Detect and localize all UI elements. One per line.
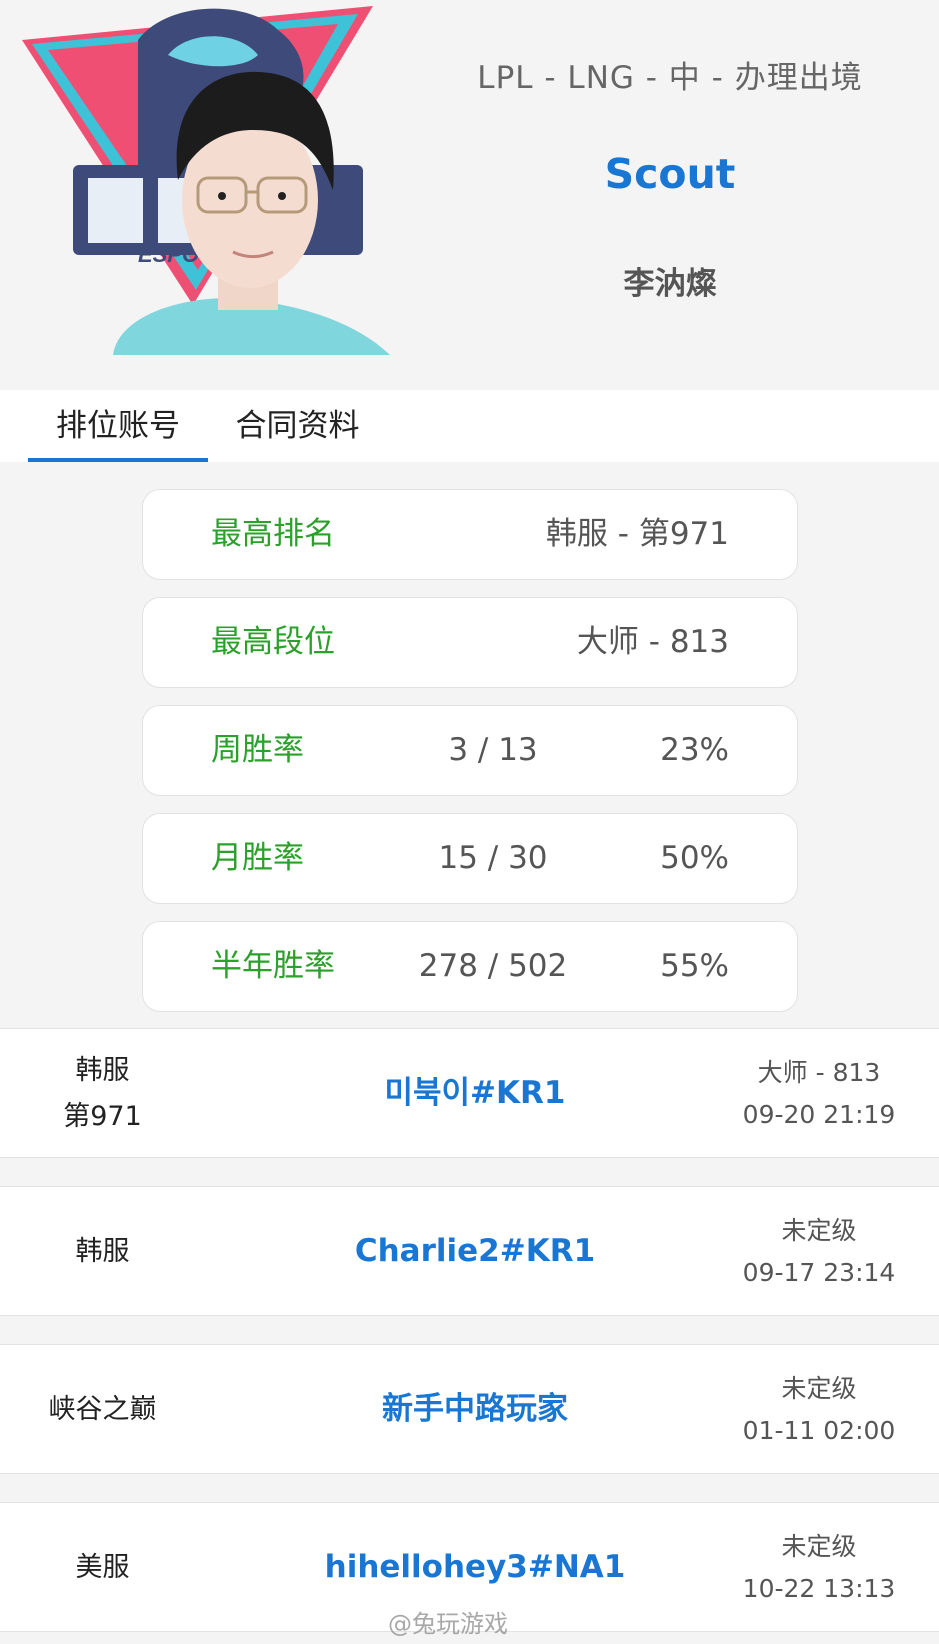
player-real-name: 李汭燦 xyxy=(623,266,717,302)
player-avatar: ESPO xyxy=(18,0,413,355)
stat-label: 月胜率 xyxy=(211,840,304,876)
account-row[interactable]: 峡谷之巅 新手中路玩家 未定级 01-11 02:00 xyxy=(0,1344,939,1474)
stat-label: 最高段位 xyxy=(211,624,335,660)
stat-value: 韩服 - 第971 xyxy=(545,516,729,552)
stat-record: 15 / 30 xyxy=(438,840,548,876)
account-rank: 未定级 10-22 13:13 xyxy=(699,1503,939,1633)
tab-bar: 排位账号 合同资料 xyxy=(0,390,939,462)
server-name: 峡谷之巅 xyxy=(48,1394,157,1425)
stat-label: 周胜率 xyxy=(211,732,304,768)
account-rank: 大师 - 813 09-20 21:19 xyxy=(699,1029,939,1159)
stat-card-weekly-winrate: 周胜率 3 / 13 23% xyxy=(142,705,798,796)
stat-rate: 23% xyxy=(660,732,729,768)
tab-ranked-accounts[interactable]: 排位账号 xyxy=(28,400,208,462)
stat-card-halfyear-winrate: 半年胜率 278 / 502 55% xyxy=(142,921,798,1012)
account-rank: 未定级 01-11 02:00 xyxy=(699,1345,939,1475)
account-server: 峡谷之巅 xyxy=(0,1345,205,1475)
server-name: 韩服 xyxy=(75,1236,130,1267)
account-tier: 大师 - 813 xyxy=(757,1058,881,1087)
stat-record: 278 / 502 xyxy=(418,948,568,984)
watermark: @兔玩游戏 xyxy=(388,1610,508,1638)
account-server: 韩服 xyxy=(0,1187,205,1317)
account-tier: 未定级 xyxy=(781,1216,857,1245)
account-tier: 未定级 xyxy=(781,1532,857,1561)
account-name-link[interactable]: 미북이#KR1 xyxy=(245,1029,705,1157)
account-row[interactable]: 韩服 Charlie2#KR1 未定级 09-17 23:14 xyxy=(0,1186,939,1316)
player-name: Scout xyxy=(604,150,736,198)
player-meta: LPL - LNG - 中 - 办理出境 xyxy=(477,60,863,96)
tab-contract-info[interactable]: 合同资料 xyxy=(220,400,375,462)
stat-card-monthly-winrate: 月胜率 15 / 30 50% xyxy=(142,813,798,904)
player-header: ESPO LPL - LNG - 中 - 办理出境 Scout 李汭燦 xyxy=(0,0,939,390)
server-rank: 第971 xyxy=(63,1101,142,1132)
stat-label: 最高排名 xyxy=(211,516,335,552)
account-time: 09-20 21:19 xyxy=(742,1100,896,1129)
server-name: 韩服 xyxy=(75,1055,130,1086)
team-logo-text: ESPO xyxy=(138,242,199,267)
stat-record: 3 / 13 xyxy=(448,732,538,768)
account-tier: 未定级 xyxy=(781,1374,857,1403)
account-server: 韩服 第971 xyxy=(0,1029,205,1159)
stat-label: 半年胜率 xyxy=(211,948,335,984)
account-server: 美服 xyxy=(0,1503,205,1633)
player-info: LPL - LNG - 中 - 办理出境 Scout 李汭燦 xyxy=(440,0,900,360)
account-rank: 未定级 09-17 23:14 xyxy=(699,1187,939,1317)
stat-rate: 50% xyxy=(660,840,729,876)
account-name-link[interactable]: Charlie2#KR1 xyxy=(245,1187,705,1315)
server-name: 美服 xyxy=(75,1552,130,1583)
stat-card-highest-rank: 最高排名 韩服 - 第971 xyxy=(142,489,798,580)
account-time: 10-22 13:13 xyxy=(742,1574,896,1603)
account-time: 01-11 02:00 xyxy=(742,1416,896,1445)
account-name-link[interactable]: 新手中路玩家 xyxy=(245,1345,705,1473)
account-time: 09-17 23:14 xyxy=(742,1258,896,1287)
stat-value: 大师 - 813 xyxy=(576,624,729,660)
stat-card-highest-tier: 最高段位 大师 - 813 xyxy=(142,597,798,688)
account-row[interactable]: 韩服 第971 미북이#KR1 大师 - 813 09-20 21:19 xyxy=(0,1028,939,1158)
stat-rate: 55% xyxy=(660,948,729,984)
